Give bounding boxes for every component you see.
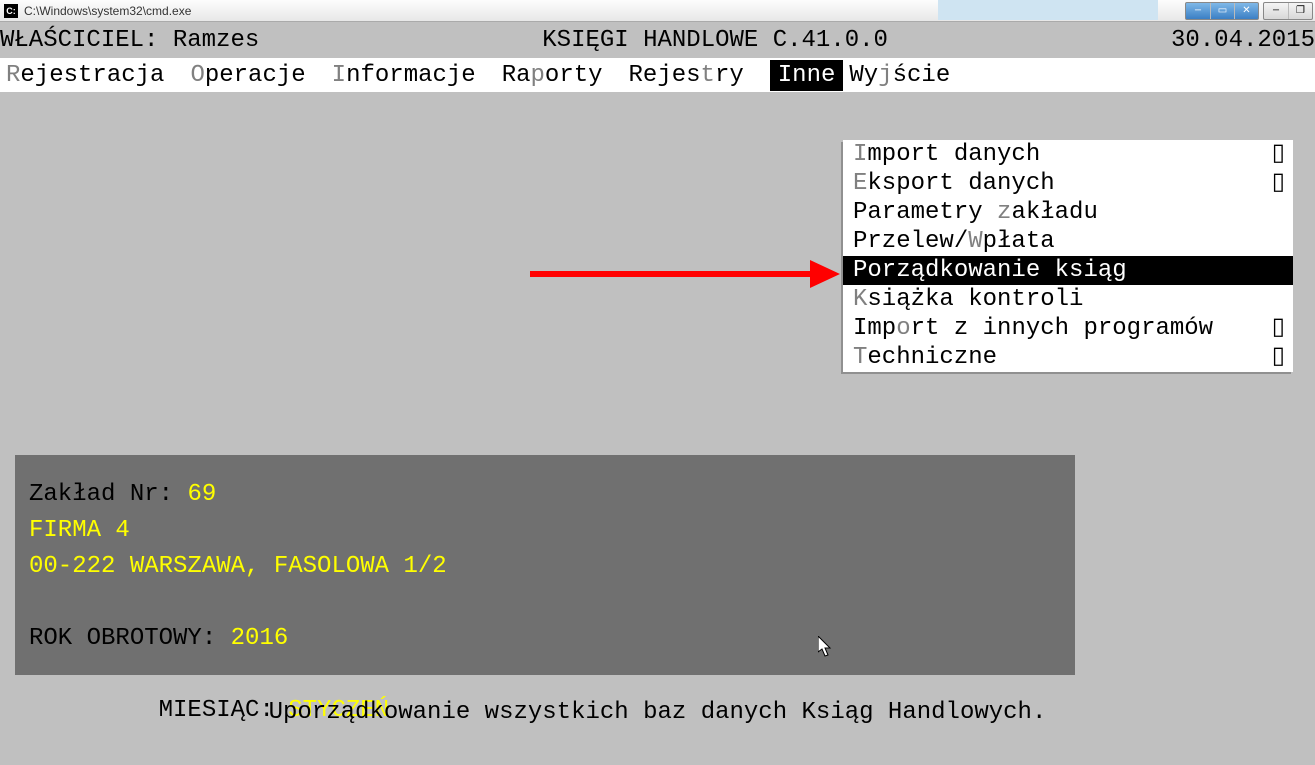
- dropdown-item-7[interactable]: Techniczne▯: [843, 343, 1293, 372]
- menu-item-4[interactable]: Rejestry: [629, 62, 758, 89]
- menu-item-0[interactable]: Rejestracja: [6, 62, 178, 89]
- menu-item-2[interactable]: Informacje: [332, 62, 490, 89]
- dropdown-inne: Import danych▯Eksport danych▯Parametry z…: [843, 140, 1293, 372]
- dropdown-item-0[interactable]: Import danych▯: [843, 140, 1293, 169]
- zaklad-label: Zakład Nr:: [29, 481, 187, 508]
- rok-label: ROK OBROTOWY:: [29, 625, 231, 652]
- owner-block: WŁAŚCICIEL: Ramzes: [0, 27, 259, 54]
- status-hint: Uporządkowanie wszystkich baz danych Ksi…: [0, 699, 1315, 726]
- panel-firma: FIRMA 4: [29, 513, 1061, 549]
- submenu-indicator-icon: ▯: [1272, 169, 1285, 198]
- dropdown-item-3[interactable]: Przelew/Wpłata: [843, 227, 1293, 256]
- menu-item-1[interactable]: Operacje: [190, 62, 319, 89]
- menu-item-5[interactable]: Inne: [770, 60, 844, 91]
- cmd-icon: C:: [4, 4, 18, 18]
- dropdown-item-5[interactable]: Książka kontroli: [843, 285, 1293, 314]
- window-title: C:\Windows\system32\cmd.exe: [24, 4, 191, 18]
- aero-gap: [938, 0, 1158, 20]
- minimize-button[interactable]: ─: [1186, 3, 1210, 19]
- window-button-group-1: ─ ▭ ✕: [1185, 2, 1259, 20]
- close-button[interactable]: ✕: [1234, 3, 1258, 19]
- dropdown-item-4[interactable]: Porządkowanie ksiąg: [843, 256, 1293, 285]
- owner-value: Ramzes: [173, 27, 259, 54]
- menu-item-6[interactable]: Wyjście: [849, 62, 964, 89]
- submenu-indicator-icon: ▯: [1272, 314, 1285, 343]
- window-buttons: ─ ▭ ✕ ─ ❐: [1185, 0, 1315, 20]
- dropdown-item-2[interactable]: Parametry zakładu: [843, 198, 1293, 227]
- app-title: KSIĘGI HANDLOWE C.41.0.0: [259, 27, 1171, 54]
- owner-label: WŁAŚCICIEL:: [0, 27, 173, 54]
- submenu-indicator-icon: ▯: [1272, 343, 1285, 372]
- info-panel: Zakład Nr: 69 FIRMA 4 00-222 WARSZAWA, F…: [15, 455, 1075, 675]
- submenu-indicator-icon: ▯: [1272, 140, 1285, 169]
- menu-item-3[interactable]: Raporty: [502, 62, 617, 89]
- zaklad-value: 69: [187, 481, 216, 508]
- panel-spacer: [29, 585, 1061, 621]
- menubar: Rejestracja Operacje Informacje Raporty Reje…: [0, 58, 1315, 92]
- rok-value: 2016: [231, 625, 289, 652]
- maximize-button[interactable]: ▭: [1210, 3, 1234, 19]
- dropdown-item-1[interactable]: Eksport danych▯: [843, 169, 1293, 198]
- header-date: 30.04.2015: [1171, 27, 1315, 54]
- app-header: WŁAŚCICIEL: Ramzes KSIĘGI HANDLOWE C.41.…: [0, 22, 1315, 58]
- window-button-group-2: ─ ❐: [1263, 2, 1313, 20]
- dropdown-item-6[interactable]: Import z innych programów▯: [843, 314, 1293, 343]
- outer-restore-button[interactable]: ❐: [1288, 3, 1312, 19]
- panel-rok: ROK OBROTOWY: 2016: [29, 621, 1061, 657]
- annotation-arrow: [530, 254, 840, 294]
- panel-address: 00-222 WARSZAWA, FASOLOWA 1/2: [29, 549, 1061, 585]
- panel-zaklad: Zakład Nr: 69: [29, 477, 1061, 513]
- outer-minimize-button[interactable]: ─: [1264, 3, 1288, 19]
